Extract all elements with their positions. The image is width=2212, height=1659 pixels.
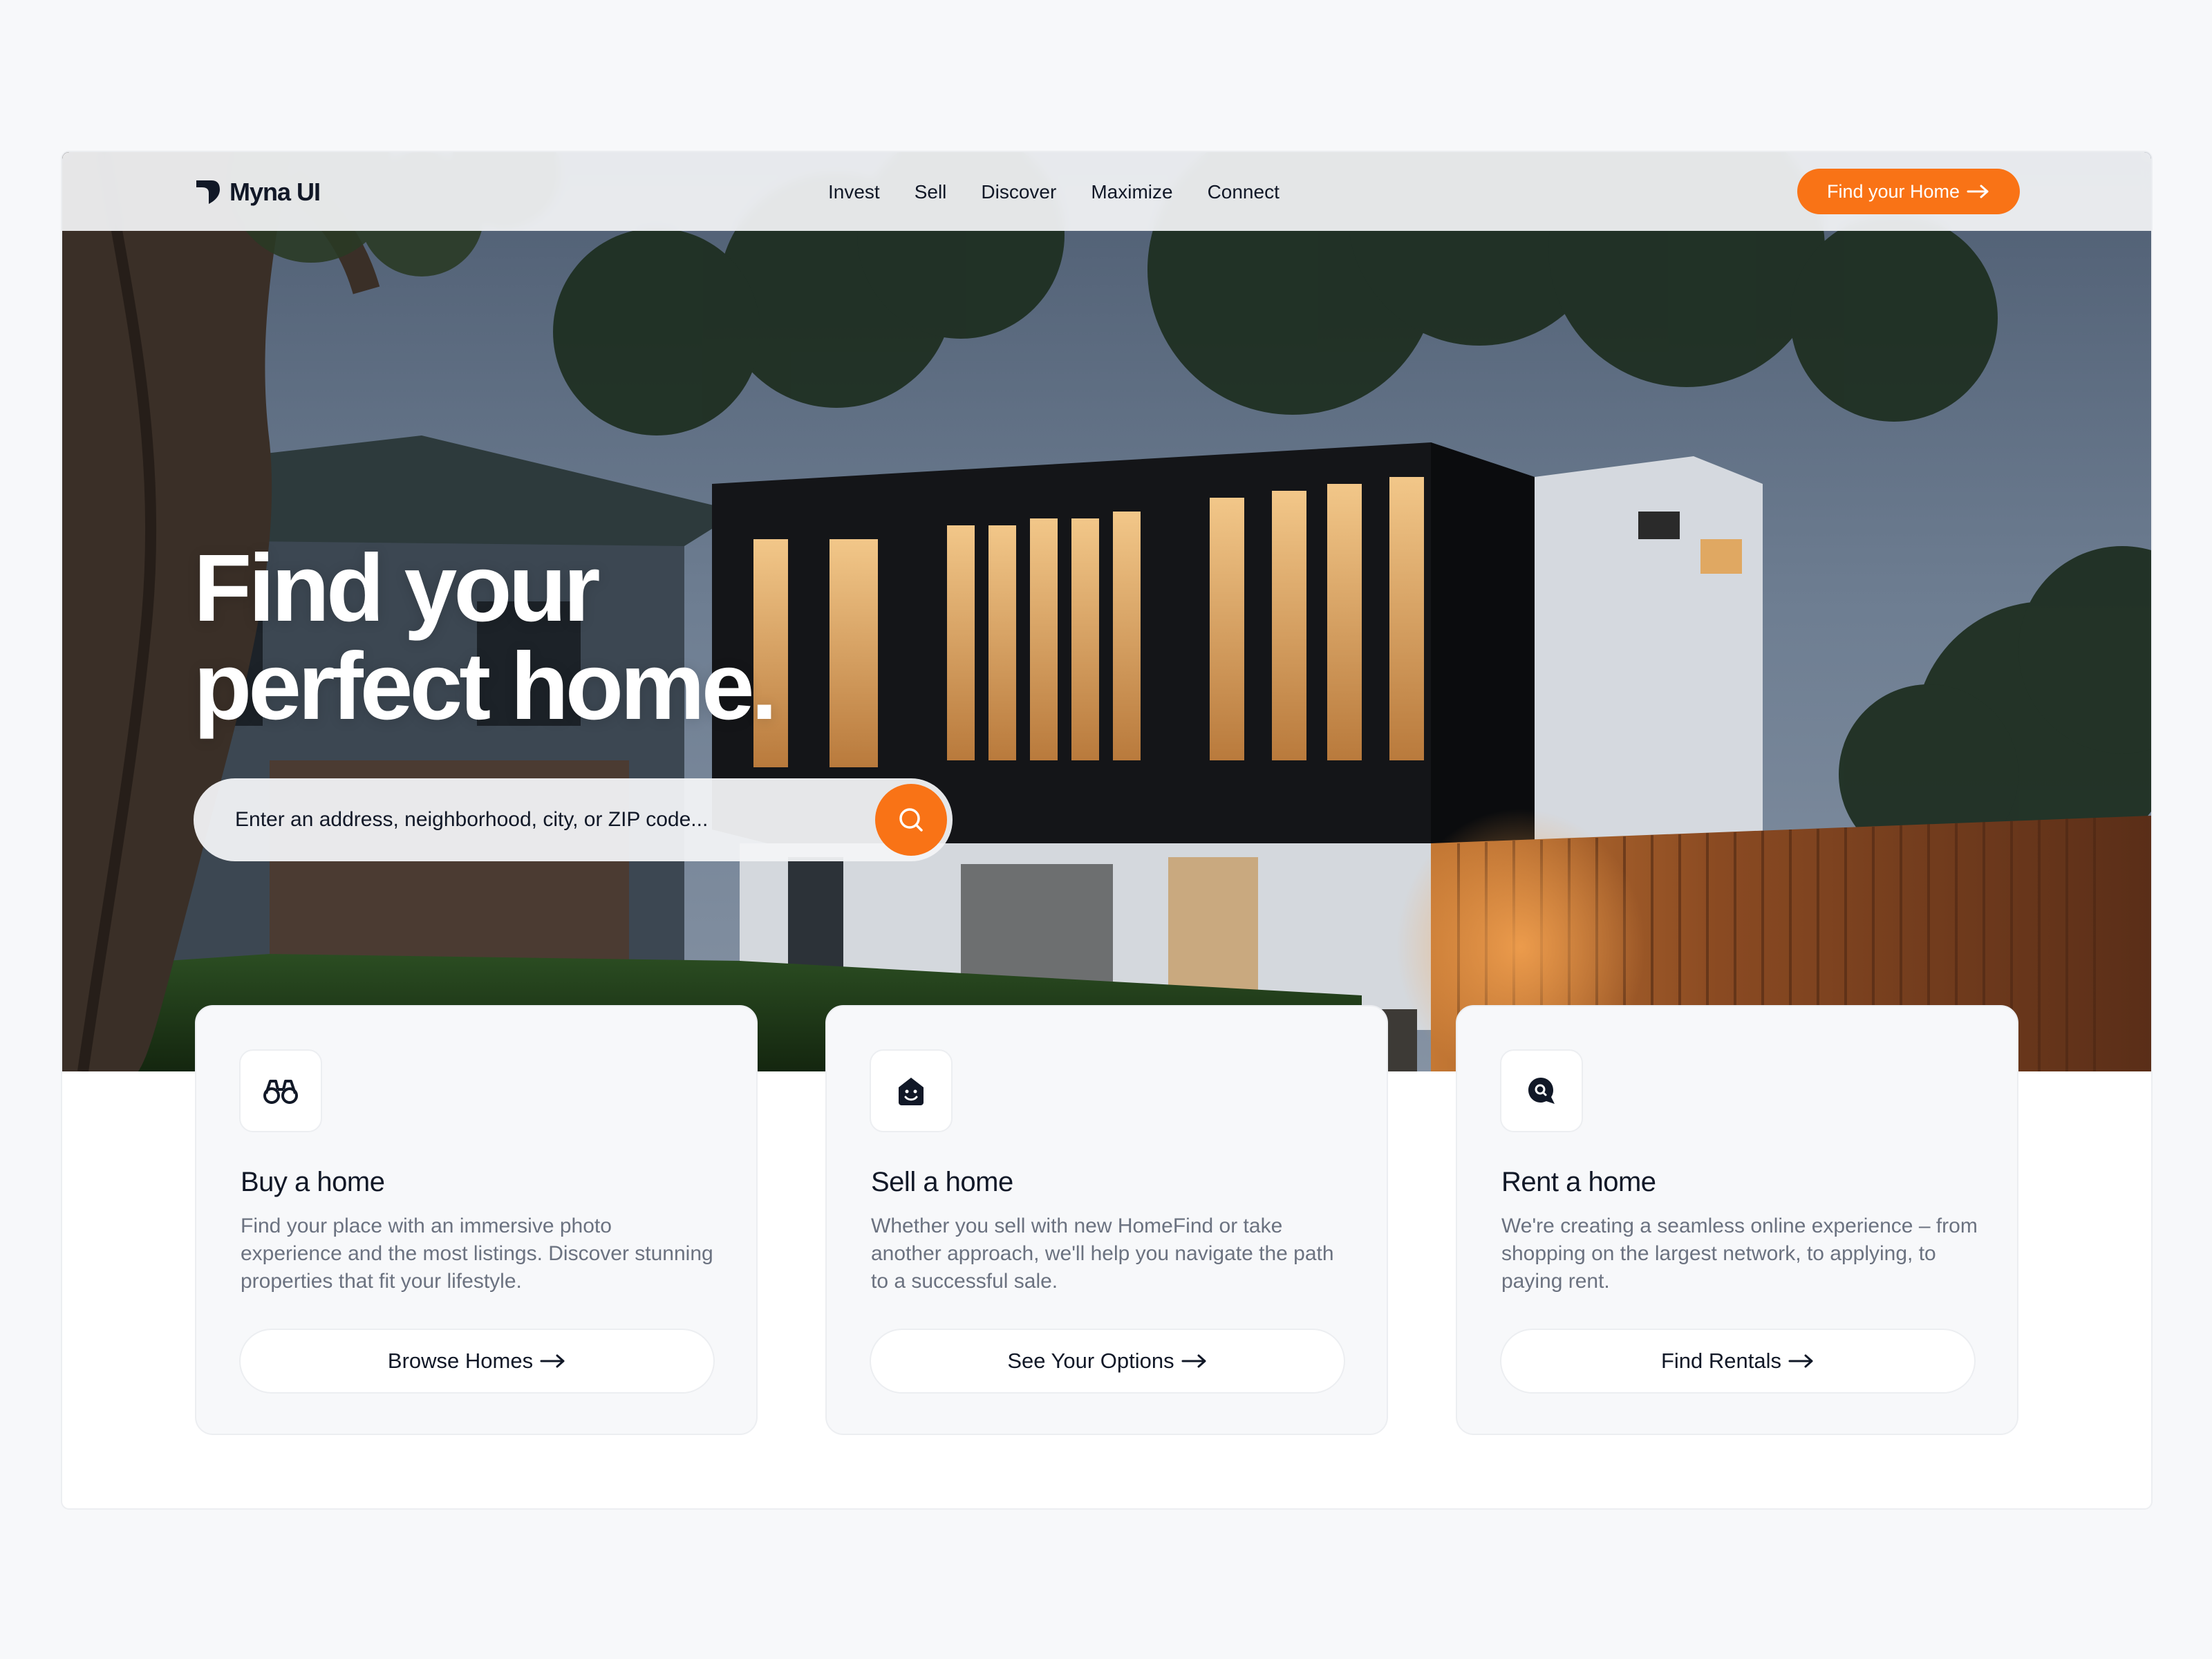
card-icon-box bbox=[239, 1049, 322, 1132]
see-your-options-button[interactable]: See Your Options bbox=[870, 1329, 1345, 1394]
card-description: We're creating a seamless online experie… bbox=[1501, 1215, 1978, 1293]
search-button[interactable] bbox=[875, 784, 947, 856]
card-rent-home: Rent a home We're creating a seamless on… bbox=[1456, 1005, 2018, 1435]
card-icon-box bbox=[1500, 1049, 1583, 1132]
find-your-home-label: Find your Home bbox=[1826, 180, 1960, 202]
card-title: Buy a home bbox=[241, 1167, 385, 1197]
card-icon-box bbox=[870, 1049, 953, 1132]
myna-logo-icon bbox=[196, 180, 220, 204]
card-description: Whether you sell with new HomeFind or ta… bbox=[871, 1215, 1334, 1293]
nav-item-invest[interactable]: Invest bbox=[828, 181, 880, 203]
nav-item-maximize[interactable]: Maximize bbox=[1091, 181, 1172, 203]
page-frame: Myna UI Invest Sell Discover Maximize Co… bbox=[61, 151, 2153, 1510]
brand-logo[interactable]: Myna UI bbox=[194, 176, 321, 209]
search-input[interactable] bbox=[235, 778, 843, 861]
card-title: Sell a home bbox=[871, 1167, 1013, 1197]
binoculars-icon bbox=[263, 1080, 298, 1104]
hero-headline-line-2: perfect home. bbox=[194, 633, 778, 740]
main-menu: Invest Sell Discover Maximize Connect bbox=[828, 177, 1280, 207]
top-navbar: Myna UI Invest Sell Discover Maximize Co… bbox=[62, 152, 2151, 231]
brand-name: Myna UI bbox=[229, 178, 321, 206]
browse-homes-label: Browse Homes bbox=[387, 1349, 534, 1373]
card-sell-home: Sell a home Whether you sell with new Ho… bbox=[825, 1005, 1388, 1435]
hero-headline: Find your perfect home. bbox=[194, 539, 885, 735]
find-rentals-label: Find Rentals bbox=[1660, 1349, 1782, 1373]
hero-headline-line-1: Find your bbox=[194, 535, 601, 641]
arrow-right-icon bbox=[1967, 185, 1989, 198]
card-description: Find your place with an immersive photo … bbox=[241, 1215, 713, 1293]
arrow-right-icon bbox=[1788, 1354, 1813, 1368]
nav-item-sell[interactable]: Sell bbox=[915, 181, 947, 203]
search-icon bbox=[899, 808, 923, 832]
search-bubble-icon bbox=[1528, 1078, 1555, 1104]
see-your-options-label: See Your Options bbox=[1007, 1349, 1174, 1373]
find-rentals-button[interactable]: Find Rentals bbox=[1500, 1329, 1976, 1394]
browse-homes-button[interactable]: Browse Homes bbox=[239, 1329, 715, 1394]
arrow-right-icon bbox=[1181, 1354, 1206, 1368]
card-title: Rent a home bbox=[1501, 1167, 1656, 1197]
card-buy-home: Buy a home Find your place with an immer… bbox=[195, 1005, 758, 1435]
arrow-right-icon bbox=[540, 1354, 565, 1368]
nav-item-connect[interactable]: Connect bbox=[1208, 181, 1280, 203]
search-bar bbox=[194, 778, 953, 861]
nav-item-discover[interactable]: Discover bbox=[981, 181, 1056, 203]
find-your-home-button[interactable]: Find your Home bbox=[1797, 169, 2020, 214]
smiling-house-icon bbox=[899, 1078, 924, 1105]
